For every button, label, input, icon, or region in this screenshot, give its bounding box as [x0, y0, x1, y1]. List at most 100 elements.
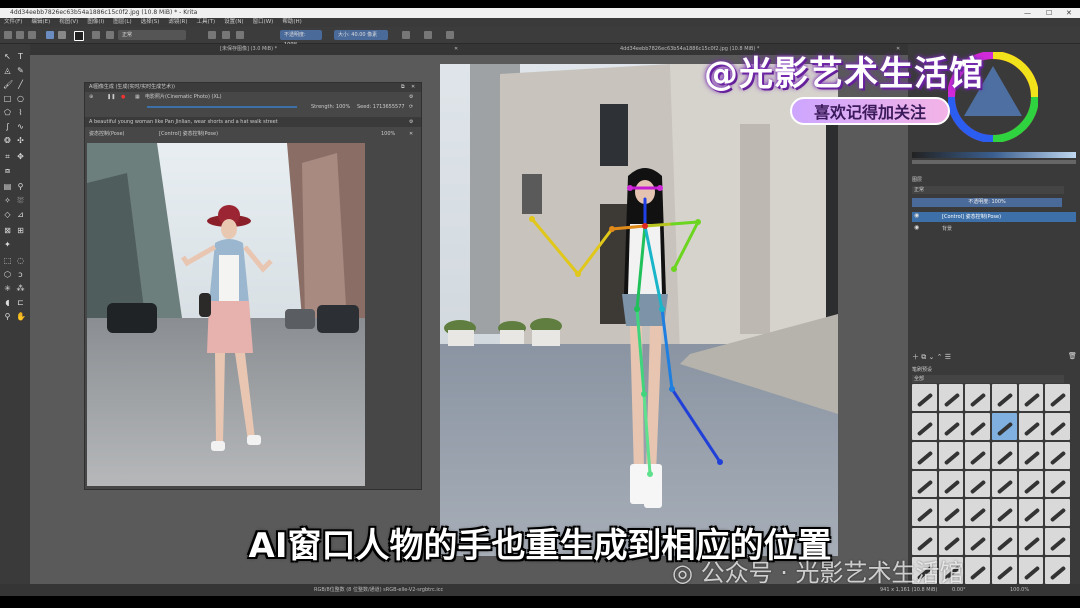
brush-preset[interactable]: [1018, 470, 1044, 498]
smart-patch-icon[interactable]: ✧: [3, 196, 12, 205]
menu-help[interactable]: 帮助(H): [282, 19, 301, 25]
edit-shapes-icon[interactable]: ◬: [3, 66, 12, 75]
preserve-alpha-icon[interactable]: [222, 31, 230, 39]
secondary-slider[interactable]: [912, 160, 1076, 164]
fill-tool-icon[interactable]: ⛆: [16, 196, 25, 205]
calligraphy-icon[interactable]: ✎: [16, 66, 25, 75]
menu-file[interactable]: 文件(F): [4, 19, 22, 25]
select-shapes-icon[interactable]: ↖: [3, 52, 12, 61]
brush-preset[interactable]: [938, 470, 964, 498]
menu-window[interactable]: 窗口(W): [253, 19, 274, 25]
polygon-select-icon[interactable]: ⬡: [3, 270, 12, 279]
maximize-icon[interactable]: ☐: [1046, 8, 1052, 18]
menu-settings[interactable]: 设置(N): [224, 19, 243, 25]
prompt-options-icon[interactable]: ⚙: [409, 117, 413, 127]
visibility-eye-icon[interactable]: ◉: [914, 212, 919, 219]
brush-preset[interactable]: [991, 384, 1017, 411]
control-type-select[interactable]: 姿态控制(Pose): [89, 129, 124, 139]
duplicate-layer-icon[interactable]: ⧉: [921, 353, 926, 361]
bezier-select-icon[interactable]: ◖: [3, 298, 12, 307]
brush-preset[interactable]: [938, 384, 964, 411]
blend-mode-select[interactable]: 正常: [118, 30, 186, 40]
line-tool-icon[interactable]: ╱: [16, 80, 25, 89]
rect-select-icon[interactable]: ⬚: [3, 256, 12, 265]
assistant-tool-icon[interactable]: ◇: [3, 210, 12, 219]
control-layer-select[interactable]: [Control] 姿态控制(Pose): [159, 129, 218, 139]
brush-preset[interactable]: [1018, 384, 1044, 411]
brush-preset[interactable]: [1045, 412, 1070, 440]
zoom-tool-icon[interactable]: ⚲: [3, 312, 12, 321]
gradient-icon[interactable]: [46, 31, 54, 39]
contiguous-select-icon[interactable]: ✳: [3, 284, 12, 293]
pattern-icon[interactable]: [58, 31, 66, 39]
tab-ai-close-icon[interactable]: ✕: [454, 44, 458, 55]
seed-refresh-icon[interactable]: ⟳: [409, 102, 413, 112]
float-docker-icon[interactable]: ⧉: [401, 83, 405, 92]
record-icon[interactable]: ●: [121, 92, 125, 102]
prompt-field[interactable]: A beautiful young woman like Pan Jinlian…: [85, 117, 421, 127]
wrap-around-icon[interactable]: [446, 31, 454, 39]
delete-layer-icon[interactable]: 🗑: [1068, 352, 1077, 360]
opacity-slider[interactable]: 不透明度: 100%: [280, 30, 322, 48]
menu-edit[interactable]: 编辑(E): [31, 19, 50, 25]
menu-image[interactable]: 图像(I): [87, 19, 104, 25]
brush-preset[interactable]: [1045, 441, 1070, 469]
polygon-tool-icon[interactable]: ⬠: [3, 108, 12, 117]
brush-tool-icon[interactable]: 🖌: [3, 80, 13, 89]
layer-menu-icon[interactable]: ☰: [945, 353, 951, 361]
magnetic-select-icon[interactable]: ⊏: [16, 298, 25, 307]
reference-tool-icon[interactable]: ⊠: [3, 226, 12, 235]
layer-opacity-slider[interactable]: 不透明度: 100%: [912, 198, 1062, 207]
layer-blend-select[interactable]: 正常: [912, 186, 1064, 194]
tab-ai-document[interactable]: [未保存图像] (3.0 MiB) *: [220, 44, 277, 55]
text-tool-icon[interactable]: T: [16, 52, 25, 61]
brush-preset[interactable]: [938, 412, 964, 440]
brush-preset[interactable]: [965, 384, 990, 411]
visibility-eye-icon-2[interactable]: ◉: [914, 224, 919, 231]
close-docker-icon[interactable]: ✕: [411, 83, 415, 92]
brush-preset-selected[interactable]: [991, 412, 1017, 440]
brush-preset[interactable]: [912, 441, 937, 469]
generate-button-icon[interactable]: ⊕: [89, 92, 93, 102]
add-layer-icon[interactable]: ＋: [912, 353, 919, 361]
move-tool-icon[interactable]: ✥: [16, 152, 25, 161]
eraser-icon[interactable]: [208, 31, 216, 39]
transform-tool-icon[interactable]: ⧈: [3, 166, 12, 175]
zoom-value[interactable]: 100.0%: [1010, 584, 1029, 596]
freehand-path-icon[interactable]: ∿: [16, 122, 25, 131]
bezier-tool-icon[interactable]: ∫: [3, 122, 12, 131]
ellipse-tool-icon[interactable]: ○: [16, 94, 25, 103]
brush-preset[interactable]: [991, 441, 1017, 469]
grid-tool-icon[interactable]: ⊞: [16, 226, 25, 235]
style-icon[interactable]: ▦: [135, 92, 140, 102]
freehand-select-icon[interactable]: ↄ: [16, 270, 25, 279]
save-file-icon[interactable]: [28, 31, 36, 39]
ellipse-select-icon[interactable]: ◌: [16, 256, 25, 265]
style-select[interactable]: 电影照片(Cinematic Photo) (XL): [145, 92, 222, 102]
main-canvas-image[interactable]: [440, 64, 838, 556]
pin-icon[interactable]: ✦: [3, 240, 12, 249]
multibrush-icon[interactable]: ✣: [16, 136, 25, 145]
color-gradient-slider[interactable]: [912, 152, 1076, 158]
brush-presets-filter[interactable]: 全部: [912, 375, 1064, 383]
control-strength[interactable]: 100%: [381, 129, 395, 139]
pause-icon[interactable]: ❚❚: [107, 92, 115, 102]
close-icon[interactable]: ✕: [1066, 8, 1072, 18]
brush-preset[interactable]: [965, 412, 990, 440]
menu-layer[interactable]: 图层(L): [113, 19, 131, 25]
move-up-icon[interactable]: ⌃: [937, 353, 943, 361]
color-picker-icon[interactable]: ⚲: [16, 182, 25, 191]
strength-slider[interactable]: [147, 106, 297, 108]
similar-select-icon[interactable]: ⁂: [16, 284, 25, 293]
size-slider[interactable]: 大小: 40.00 像素: [334, 30, 388, 40]
dynamic-brush-icon[interactable]: ❂: [3, 136, 12, 145]
ai-generated-preview[interactable]: [87, 143, 365, 486]
reload-preset-icon[interactable]: [236, 31, 244, 39]
gradient-tool-icon[interactable]: ▤: [3, 182, 12, 191]
brush-preset[interactable]: [1018, 441, 1044, 469]
mirror-horizontal-icon[interactable]: [402, 31, 410, 39]
brush-preset[interactable]: [938, 441, 964, 469]
open-file-icon[interactable]: [16, 31, 24, 39]
brush-preset[interactable]: [1045, 470, 1070, 498]
brush-preset[interactable]: [965, 470, 990, 498]
